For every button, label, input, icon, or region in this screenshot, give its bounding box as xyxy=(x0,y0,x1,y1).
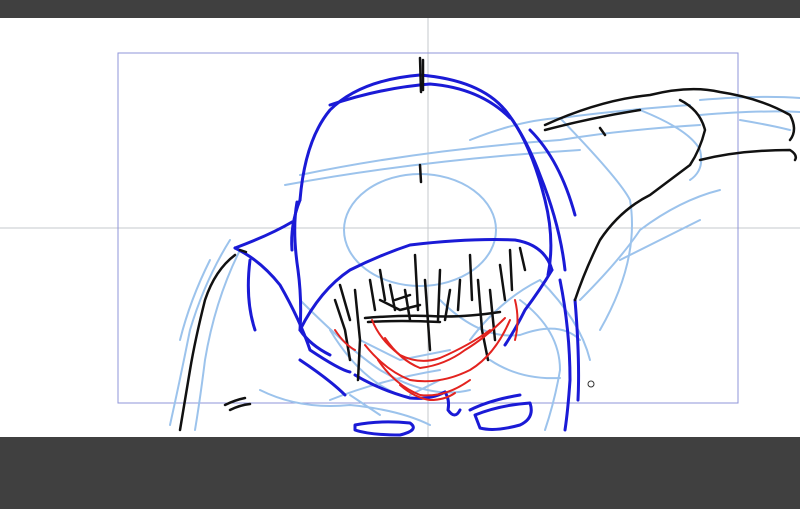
hood-outline-layer xyxy=(233,73,581,437)
drawing-canvas[interactable] xyxy=(0,18,800,437)
brush-cursor-icon xyxy=(587,380,595,388)
top-toolbar xyxy=(0,0,800,18)
crosshair-guides xyxy=(0,18,800,437)
canvas-artwork xyxy=(0,18,800,437)
rough-sketch-layer xyxy=(169,95,800,431)
drawing-app xyxy=(0,0,800,509)
bottom-panel xyxy=(0,437,800,509)
